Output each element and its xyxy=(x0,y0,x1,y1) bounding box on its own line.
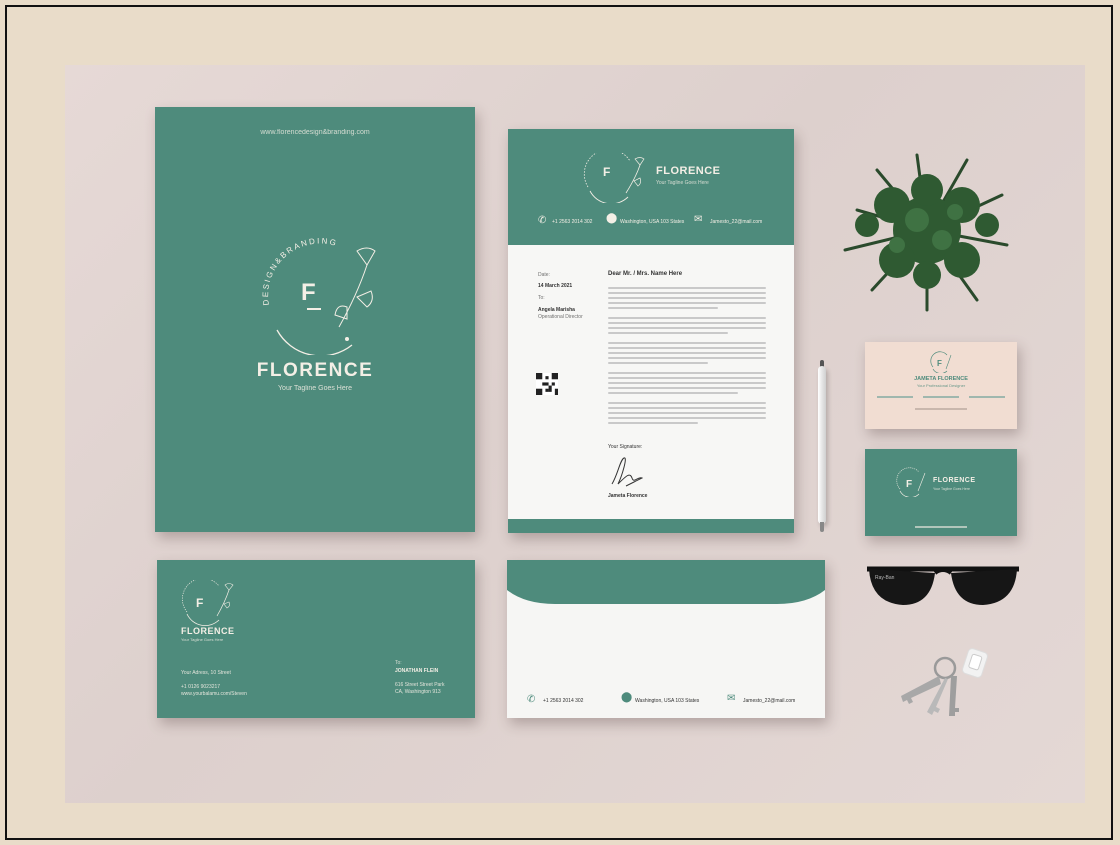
pen-body xyxy=(818,366,826,524)
envelope-back-email: Jamesto_22@mail.com xyxy=(743,698,796,704)
envelope-back-mail-icon: ✉ xyxy=(727,693,736,704)
folder-url: www.florencedesign&branding.com xyxy=(260,129,370,136)
envelope-back-flap xyxy=(507,560,825,604)
letter-signer-name: Jameta Florence xyxy=(608,493,648,499)
envelope-sender-address: Your Adress, 10 Street xyxy=(181,670,231,676)
letterhead-location-icon: ⬤ xyxy=(606,213,618,224)
card-front-name: JAMETA FLORENCE xyxy=(914,376,968,382)
svg-text:F: F xyxy=(196,596,203,610)
card-front-address-line xyxy=(915,408,967,410)
pen xyxy=(817,360,827,532)
envelope-back-address: Washington, USA 103 States xyxy=(635,698,700,704)
envelope-recipient-addr2: CA, Washington 913 xyxy=(395,689,441,695)
folder: www.florencedesign&branding.com DESIGN&B… xyxy=(155,107,475,532)
letter-recipient-title: Operational Director xyxy=(538,314,583,320)
envelope-front-tagline: Your Tagline Goes Here xyxy=(181,637,224,642)
pen-tip xyxy=(820,522,824,532)
sunglasses: Ray-Ban xyxy=(867,566,1019,605)
letterhead-phone-icon: ✆ xyxy=(538,215,547,226)
letterhead-logo-emblem xyxy=(583,153,645,203)
envelope-front: F FLORENCE Your Tagline Goes Here Your A… xyxy=(157,560,475,718)
letterhead-header: F FLORENCE Your Tagline Goes Here ✆ +1 2… xyxy=(508,129,794,245)
envelope-back: ✆ +1 2563 2014 302 ⬤ Washington, USA 103… xyxy=(507,560,825,718)
card-back-logo-emblem: F xyxy=(896,467,926,497)
letter-recipient-name: Angela Marisha xyxy=(538,307,575,313)
letter-salutation: Dear Mr. / Mrs. Name Here xyxy=(608,271,683,277)
envelope-sender-phone: +1 0126 9023217 xyxy=(181,684,221,690)
envelope-to-label: To: xyxy=(395,660,402,666)
envelope-recipient: JONATHAN FLEIN xyxy=(395,668,439,674)
card-front-logo-emblem: F xyxy=(930,351,952,373)
svg-text:F: F xyxy=(937,359,942,368)
envelope-front-logo-emblem: F xyxy=(182,580,234,626)
envelope-recipient-addr1: 616 Street Street Park xyxy=(395,682,445,688)
letterhead-email: Jamesto_22@mail.com xyxy=(710,219,763,225)
folder-monogram-underline xyxy=(307,308,321,310)
keys xyxy=(901,648,988,716)
card-back-underline xyxy=(915,526,967,528)
card-front-contact-row xyxy=(877,396,1005,400)
svg-text:Ray-Ban: Ray-Ban xyxy=(875,575,895,581)
stationery-mockup-photo: www.florencedesign&branding.com DESIGN&B… xyxy=(65,65,1085,803)
business-card-front: F JAMETA FLORENCE Your Professional Desi… xyxy=(865,342,1017,429)
card-back-brand: FLORENCE xyxy=(933,477,976,484)
envelope-back-phone-icon: ✆ xyxy=(527,694,536,705)
letter-signature-label: Your Signature: xyxy=(608,444,643,450)
folder-tagline: Your Tagline Goes Here xyxy=(278,385,352,392)
letterhead-footer-bar xyxy=(508,519,794,533)
letter-signature xyxy=(611,457,644,487)
image-frame: www.florencedesign&branding.com DESIGN&B… xyxy=(5,5,1113,840)
card-back-tagline: Your Tagline Goes Here xyxy=(933,487,970,491)
envelope-back-location-icon: ⬤ xyxy=(621,692,633,703)
envelope-front-brand: FLORENCE xyxy=(181,626,235,636)
letterhead: F FLORENCE Your Tagline Goes Here ✆ +1 2… xyxy=(508,129,794,533)
svg-text:F: F xyxy=(906,479,912,490)
folder-logo-emblem: DESIGN&BRANDING xyxy=(261,236,376,355)
letterhead-phone: +1 2563 2014 302 xyxy=(552,219,593,225)
letter-qr-code xyxy=(536,373,558,395)
letter-date-label: Date: xyxy=(538,272,550,278)
letter-date: 14 March 2021 xyxy=(538,283,573,289)
letter-to-label: To: xyxy=(538,295,545,301)
letterhead-tagline: Your Tagline Goes Here xyxy=(656,180,709,186)
svg-text:DESIGN&BRANDING: DESIGN&BRANDING xyxy=(261,236,339,305)
letterhead-mail-icon: ✉ xyxy=(694,214,703,225)
potted-plant xyxy=(843,153,1009,312)
folder-monogram: F xyxy=(301,279,316,306)
business-card-back: F FLORENCE Your Tagline Goes Here xyxy=(865,449,1017,536)
folder-brand: FLORENCE xyxy=(256,360,374,381)
letterhead-monogram: F xyxy=(603,165,611,179)
letterhead-brand: FLORENCE xyxy=(656,165,721,177)
letterhead-address: Washington, USA 103 States xyxy=(620,219,685,225)
envelope-sender-web: www.yourbalamu.com/Steven xyxy=(181,691,247,697)
card-front-title: Your Professional Designer xyxy=(916,383,966,388)
envelope-back-phone: +1 2563 2014 302 xyxy=(543,698,584,704)
